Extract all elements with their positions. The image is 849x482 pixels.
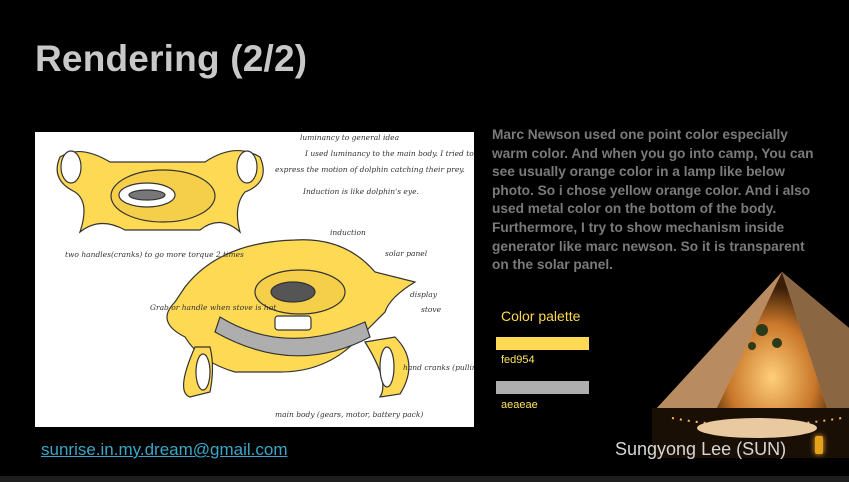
- sketch-note: two handles(cranks) to go more torque 2 …: [65, 250, 244, 259]
- color-hex-label: fed954: [501, 354, 535, 366]
- candle-icon: [815, 436, 823, 454]
- tent-lamp-photo: [652, 268, 849, 458]
- top-view-drawing: [56, 150, 264, 234]
- sketch-note: I used luminancy to the main body. I tri…: [304, 149, 474, 158]
- color-swatch-gray: [496, 381, 589, 394]
- sketch-note: main body (gears, motor, battery pack): [275, 410, 423, 419]
- sketch-note: Induction is like dolphin's eye.: [302, 187, 419, 196]
- sketch-note: luminancy to general idea: [300, 133, 399, 142]
- sketch-note: Grab or handle when stove is hot: [150, 303, 277, 312]
- sketch-note: express the motion of dolphin catching t…: [275, 165, 465, 174]
- author-name: Sungyong Lee (SUN): [615, 439, 787, 459]
- description-paragraph: Marc Newson used one point color especia…: [492, 127, 814, 273]
- sketch-note: solar panel: [385, 249, 428, 258]
- product-sketch-image: luminancy to general idea I used luminan…: [35, 132, 474, 427]
- bottom-bar: [0, 476, 849, 482]
- color-palette-label: Color palette: [501, 308, 581, 324]
- slide: Rendering (2/2) luminancy to general ide…: [0, 0, 849, 476]
- sketch-note: display: [410, 290, 438, 299]
- color-swatch-yellow: [496, 337, 589, 350]
- page-title: Rendering (2/2): [35, 38, 308, 79]
- sketch-note: stove: [421, 305, 442, 314]
- front-view-drawing: [166, 239, 417, 398]
- sketch-note: induction: [330, 228, 366, 237]
- sketch-note: hand cranks (pulling away): [403, 363, 474, 372]
- color-hex-label: aeaeae: [501, 399, 538, 411]
- contact-email-link[interactable]: sunrise.in.my.dream@gmail.com: [41, 440, 288, 460]
